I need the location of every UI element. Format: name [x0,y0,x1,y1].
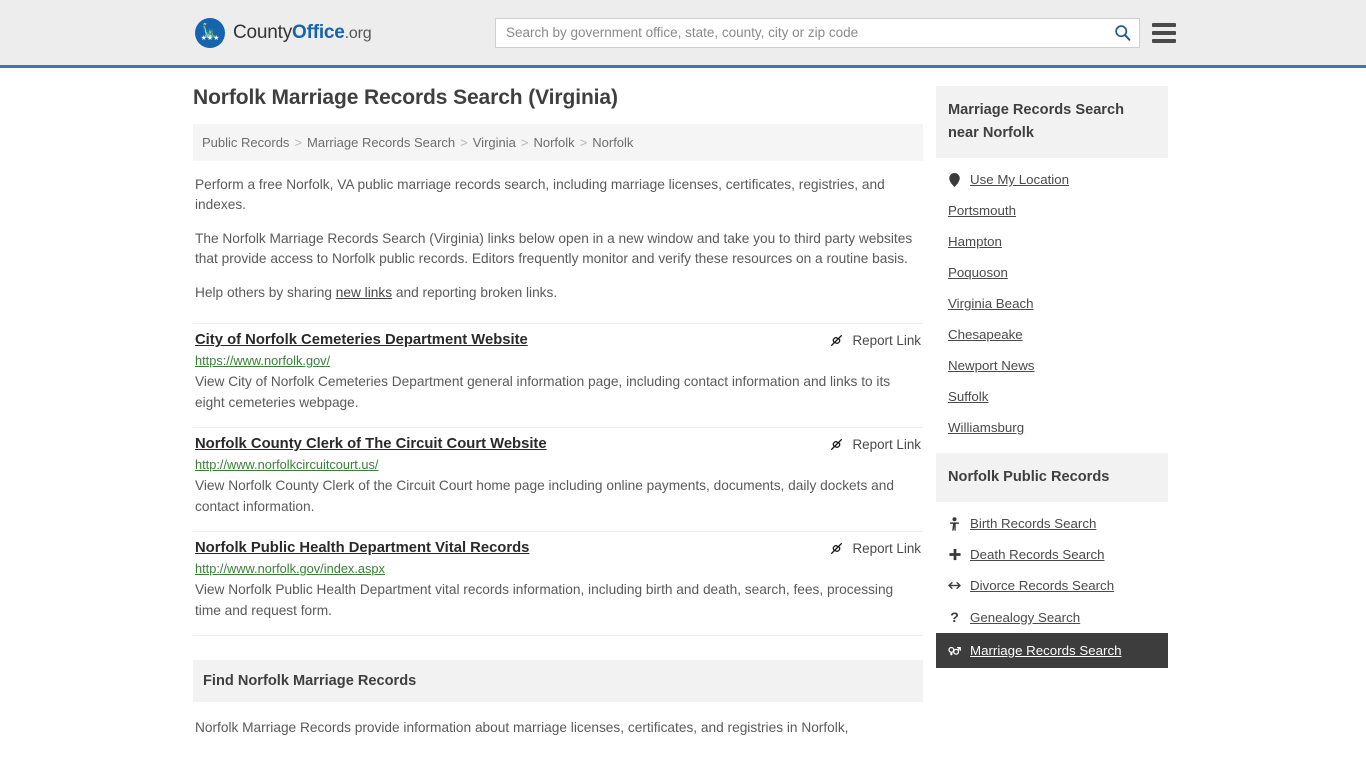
sidebar-item-genealogy[interactable]: ? Genealogy Search [936,601,1168,633]
result-title-link[interactable]: Norfolk Public Health Department Vital R… [195,540,529,556]
sidebar-link-label[interactable]: Newport News [948,358,1034,373]
hamburger-menu-icon[interactable] [1152,22,1176,43]
result-description: View City of Norfolk Cemeteries Departme… [195,374,891,410]
breadcrumb-separator: > [579,135,588,150]
search-button[interactable] [1105,19,1139,47]
sidebar-item-poquoson[interactable]: Poquoson [936,257,1168,288]
sidebar-link-label[interactable]: Hampton [948,234,1002,249]
sidebar-link-label[interactable]: Suffolk [948,389,988,404]
result-description: View Norfolk County Clerk of the Circuit… [195,478,894,514]
public-records-heading: Norfolk Public Records [936,453,1168,502]
find-records-body: Norfolk Marriage Records provide informa… [195,720,849,735]
brand-part-office: Office [292,21,345,43]
breadcrumb-item-1[interactable]: Marriage Records Search [307,135,455,150]
sidebar-item-virginia-beach[interactable]: Virginia Beach [936,288,1168,319]
intro-p3-before: Help others by sharing [195,285,336,300]
public-records-box: Norfolk Public Records Birth Records Sea… [936,453,1168,676]
intro-p3-after: and reporting broken links. [392,285,558,300]
site-header: 🗽 ★★★ CountyOffice.org [0,0,1366,68]
breadcrumb-item-0[interactable]: Public Records [202,135,289,150]
breadcrumb-separator: > [294,135,303,150]
intro-paragraph-2: The Norfolk Marriage Records Search (Vir… [195,231,913,266]
report-link-label: Report Link [852,541,921,556]
intro-paragraph-1: Perform a free Norfolk, VA public marria… [195,177,885,212]
broken-link-icon [830,438,842,451]
sidebar-link-label[interactable]: Divorce Records Search [970,578,1114,593]
brand-part-county: County [233,21,293,43]
page-title: Norfolk Marriage Records Search (Virgini… [193,86,618,109]
nearby-searches-heading: Marriage Records Search near Norfolk [936,86,1168,158]
result-item: City of Norfolk Cemeteries Department We… [193,323,923,428]
page-body: Norfolk Marriage Records Search (Virgini… [0,68,1366,738]
results-list: City of Norfolk Cemeteries Department We… [193,323,923,636]
sidebar-link-label[interactable]: Birth Records Search [970,516,1096,531]
gender-symbols-icon [948,644,961,657]
result-item: Norfolk Public Health Department Vital R… [193,532,923,636]
result-title-link[interactable]: City of Norfolk Cemeteries Department We… [195,332,528,348]
breadcrumb-separator: > [520,135,529,150]
main-column: Norfolk Marriage Records Search (Virgini… [193,86,923,738]
nearby-searches-box: Marriage Records Search near Norfolk Use… [936,86,1168,451]
nearby-searches-list: Use My Location Portsmouth Hampton Poquo… [936,158,1168,451]
sidebar-link-label[interactable]: Virginia Beach [948,296,1034,311]
result-item: Norfolk County Clerk of The Circuit Cour… [193,428,923,532]
sidebar-item-birth-records[interactable]: Birth Records Search [936,508,1168,539]
sidebar-item-death-records[interactable]: Death Records Search [936,539,1168,570]
sidebar-item-use-my-location[interactable]: Use My Location [936,164,1168,195]
breadcrumb-item-4[interactable]: Norfolk [592,135,633,150]
search-input[interactable] [496,25,1105,40]
sidebar-item-suffolk[interactable]: Suffolk [936,381,1168,412]
result-url[interactable]: https://www.norfolk.gov/ [195,353,921,368]
sidebar: Marriage Records Search near Norfolk Use… [936,86,1168,738]
site-logo[interactable]: 🗽 ★★★ CountyOffice.org [195,17,372,48]
broken-link-icon [830,334,842,347]
sidebar-link-label[interactable]: Portsmouth [948,203,1016,218]
sidebar-link-label[interactable]: Genealogy Search [970,610,1080,625]
result-title-link[interactable]: Norfolk County Clerk of The Circuit Cour… [195,436,547,452]
question-mark-icon: ? [950,609,959,625]
sidebar-link-label[interactable]: Poquoson [948,265,1008,280]
result-description: View Norfolk Public Health Department vi… [195,582,894,618]
sidebar-item-marriage-records[interactable]: Marriage Records Search [936,633,1168,668]
report-link-button[interactable]: Report Link [829,332,921,348]
sidebar-item-chesapeake[interactable]: Chesapeake [936,319,1168,350]
intro-paragraph-3: Help others by sharing new links and rep… [195,283,921,303]
report-link-button[interactable]: Report Link [829,540,921,556]
new-links-link[interactable]: new links [336,285,392,300]
baby-icon [948,516,961,531]
brand-text: CountyOffice.org [233,21,372,44]
eagle-seal-icon: 🗽 ★★★ [195,17,225,48]
map-pin-icon [948,172,961,187]
search-bar[interactable] [495,17,1140,48]
result-url[interactable]: http://www.norfolk.gov/index.aspx [195,561,921,576]
breadcrumb-item-2[interactable]: Virginia [473,135,516,150]
sidebar-item-hampton[interactable]: Hampton [936,226,1168,257]
report-link-label: Report Link [852,333,921,348]
broken-link-icon [830,542,842,555]
intro-section: Perform a free Norfolk, VA public marria… [193,175,923,303]
sidebar-item-divorce-records[interactable]: Divorce Records Search [936,570,1168,601]
sidebar-link-label[interactable]: Use My Location [970,172,1069,187]
sidebar-link-label[interactable]: Williamsburg [948,420,1024,435]
breadcrumb: Public Records > Marriage Records Search > V… [193,124,923,161]
sidebar-item-williamsburg[interactable]: Williamsburg [936,412,1168,443]
sidebar-link-label[interactable]: Death Records Search [970,547,1105,562]
sidebar-item-newport-news[interactable]: Newport News [936,350,1168,381]
report-link-label: Report Link [852,437,921,452]
find-records-heading: Find Norfolk Marriage Records [193,660,923,702]
cross-icon [948,548,961,561]
sidebar-link-label[interactable]: Marriage Records Search [970,643,1122,658]
sidebar-item-portsmouth[interactable]: Portsmouth [936,195,1168,226]
breadcrumb-separator: > [460,135,468,150]
search-icon [1114,25,1130,41]
result-url[interactable]: http://www.norfolkcircuitcourt.us/ [195,457,921,472]
sidebar-link-label[interactable]: Chesapeake [948,327,1023,342]
breadcrumb-item-3[interactable]: Norfolk [533,135,574,150]
brand-part-tld: .org [344,24,372,42]
double-arrow-icon [948,580,961,591]
report-link-button[interactable]: Report Link [829,436,921,452]
public-records-list: Birth Records Search Death Records Searc… [936,502,1168,676]
